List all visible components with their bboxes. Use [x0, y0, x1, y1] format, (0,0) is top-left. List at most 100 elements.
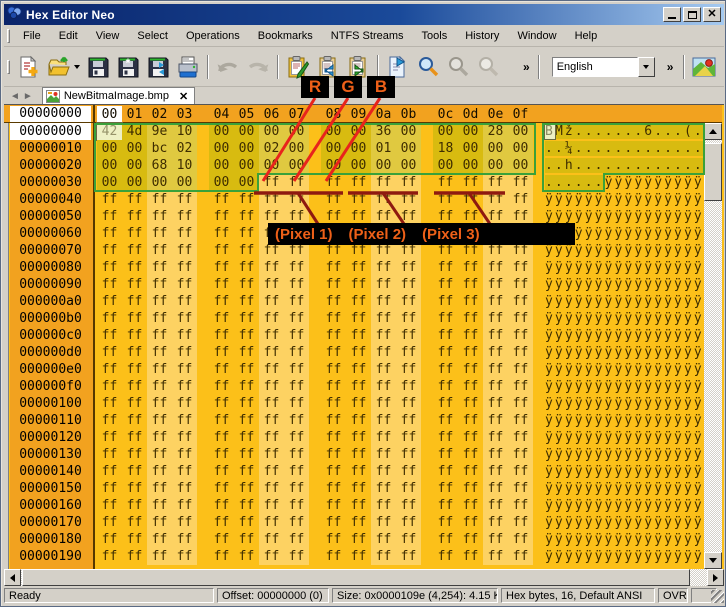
hex-byte-cell[interactable]: ff: [122, 242, 147, 259]
hex-byte-cell[interactable]: ff: [284, 276, 309, 293]
hex-byte-cell[interactable]: ff: [371, 259, 396, 276]
ascii-row[interactable]: ÿÿÿÿÿÿÿÿÿÿÿÿÿÿÿÿ: [545, 514, 705, 531]
ascii-row[interactable]: ÿÿÿÿÿÿÿÿÿÿÿÿÿÿÿÿ: [545, 344, 705, 361]
hex-byte-cell[interactable]: ff: [458, 361, 483, 378]
hex-byte-cell[interactable]: ff: [508, 531, 533, 548]
hex-byte-cell[interactable]: ff: [346, 497, 371, 514]
hex-byte-cell[interactable]: 00: [209, 174, 234, 191]
hex-byte-cell[interactable]: ff: [259, 276, 284, 293]
hex-byte-cell[interactable]: ff: [433, 191, 458, 208]
hex-byte-cell[interactable]: ff: [259, 548, 284, 565]
language-select-value[interactable]: English: [552, 57, 638, 77]
hex-byte-cell[interactable]: ff: [172, 463, 197, 480]
hex-byte-cell[interactable]: ff: [172, 242, 197, 259]
hex-byte-cell[interactable]: ff: [172, 344, 197, 361]
hex-byte-cell[interactable]: ff: [483, 412, 508, 429]
hex-byte-cell[interactable]: 68: [147, 157, 172, 174]
scroll-right-button[interactable]: [707, 569, 724, 586]
hex-byte-cell[interactable]: ff: [284, 497, 309, 514]
hex-byte-cell[interactable]: ff: [234, 395, 259, 412]
hex-byte-cell[interactable]: ff: [433, 412, 458, 429]
ascii-row[interactable]: ÿÿÿÿÿÿÿÿÿÿÿÿÿÿÿÿ: [545, 531, 705, 548]
hex-byte-cell[interactable]: 4d: [122, 123, 147, 140]
hex-byte-cell[interactable]: ff: [147, 276, 172, 293]
title-bar[interactable]: Hex Editor Neo ✕: [4, 4, 724, 25]
open-file-dropdown-caret[interactable]: [74, 65, 80, 69]
hex-byte-cell[interactable]: ff: [147, 378, 172, 395]
hex-byte-cell[interactable]: ff: [483, 497, 508, 514]
hex-byte-cell[interactable]: ff: [147, 327, 172, 344]
hex-byte-cell[interactable]: ff: [346, 293, 371, 310]
hex-byte-cell[interactable]: ff: [234, 361, 259, 378]
hex-byte-cell[interactable]: ff: [234, 327, 259, 344]
hex-byte-cell[interactable]: ff: [321, 446, 346, 463]
hex-byte-cell[interactable]: ff: [433, 514, 458, 531]
hex-byte-cell[interactable]: ff: [346, 429, 371, 446]
hex-byte-cell[interactable]: ff: [172, 395, 197, 412]
hex-byte-cell[interactable]: ff: [259, 412, 284, 429]
language-select-dropdown-button[interactable]: [638, 57, 655, 77]
hex-byte-cell[interactable]: ff: [458, 344, 483, 361]
hex-byte-cell[interactable]: ff: [97, 429, 122, 446]
hex-byte-cell[interactable]: ff: [97, 276, 122, 293]
hex-byte-cell[interactable]: ff: [396, 446, 421, 463]
hex-byte-cell[interactable]: ff: [122, 497, 147, 514]
hex-byte-cell[interactable]: ff: [97, 514, 122, 531]
hex-byte-cell[interactable]: ff: [371, 446, 396, 463]
hex-byte-cell[interactable]: ff: [508, 259, 533, 276]
hex-byte-cell[interactable]: ff: [433, 497, 458, 514]
hex-byte-cell[interactable]: ff: [433, 429, 458, 446]
find-button[interactable]: [413, 52, 443, 82]
hex-byte-cell[interactable]: ff: [433, 531, 458, 548]
ascii-row[interactable]: ÿÿÿÿÿÿÿÿÿÿÿÿÿÿÿÿ: [545, 327, 705, 344]
hex-byte-cell[interactable]: ff: [396, 293, 421, 310]
hex-byte-cell[interactable]: ff: [234, 276, 259, 293]
hex-byte-cell[interactable]: ff: [346, 276, 371, 293]
hex-byte-cell[interactable]: ff: [508, 480, 533, 497]
language-select[interactable]: English: [552, 57, 655, 77]
hex-byte-cell[interactable]: ff: [396, 327, 421, 344]
vertical-scroll-thumb[interactable]: [704, 143, 722, 201]
hex-byte-cell[interactable]: ff: [172, 514, 197, 531]
hex-byte-cell[interactable]: 00: [97, 157, 122, 174]
hex-byte-cell[interactable]: ff: [321, 276, 346, 293]
hex-byte-cell[interactable]: ff: [97, 531, 122, 548]
hex-byte-cell[interactable]: ff: [209, 344, 234, 361]
hex-byte-cell[interactable]: ff: [458, 429, 483, 446]
hex-byte-cell[interactable]: ff: [97, 327, 122, 344]
hex-byte-cell[interactable]: ff: [458, 497, 483, 514]
hex-byte-cell[interactable]: ff: [284, 548, 309, 565]
hex-byte-cell[interactable]: ff: [483, 191, 508, 208]
hex-byte-cell[interactable]: 01: [371, 140, 396, 157]
hex-byte-cell[interactable]: ff: [433, 463, 458, 480]
hex-byte-cell[interactable]: ff: [97, 480, 122, 497]
save-button[interactable]: [83, 52, 113, 82]
hex-byte-cell[interactable]: ff: [259, 361, 284, 378]
hex-byte-cell[interactable]: 9e: [147, 123, 172, 140]
hex-byte-cell[interactable]: ff: [433, 259, 458, 276]
hex-byte-cell[interactable]: ff: [259, 463, 284, 480]
hex-byte-cell[interactable]: ff: [483, 395, 508, 412]
hex-byte-cell[interactable]: ff: [147, 395, 172, 412]
hex-byte-cell[interactable]: ff: [508, 378, 533, 395]
hex-byte-cell[interactable]: bc: [147, 140, 172, 157]
hex-byte-cell[interactable]: ff: [396, 344, 421, 361]
hex-byte-cell[interactable]: ff: [321, 191, 346, 208]
hex-byte-cell[interactable]: ff: [321, 327, 346, 344]
hex-byte-cell[interactable]: ff: [321, 378, 346, 395]
hex-byte-cell[interactable]: ff: [122, 412, 147, 429]
hex-byte-cell[interactable]: ff: [371, 191, 396, 208]
hex-byte-cell[interactable]: ff: [284, 480, 309, 497]
hex-byte-cell[interactable]: 00: [234, 140, 259, 157]
hex-byte-cell[interactable]: ff: [209, 480, 234, 497]
hex-byte-cell[interactable]: ff: [259, 497, 284, 514]
hex-byte-cell[interactable]: ff: [321, 548, 346, 565]
hex-byte-cell[interactable]: ff: [122, 310, 147, 327]
hex-byte-cell[interactable]: ff: [508, 412, 533, 429]
hex-byte-cell[interactable]: ff: [97, 446, 122, 463]
menu-item-ntfs-streams[interactable]: NTFS Streams: [322, 27, 413, 45]
hex-byte-cell[interactable]: ff: [433, 344, 458, 361]
hex-byte-cell[interactable]: ff: [122, 293, 147, 310]
hex-byte-cell[interactable]: ff: [122, 531, 147, 548]
hex-byte-cell[interactable]: ff: [234, 191, 259, 208]
